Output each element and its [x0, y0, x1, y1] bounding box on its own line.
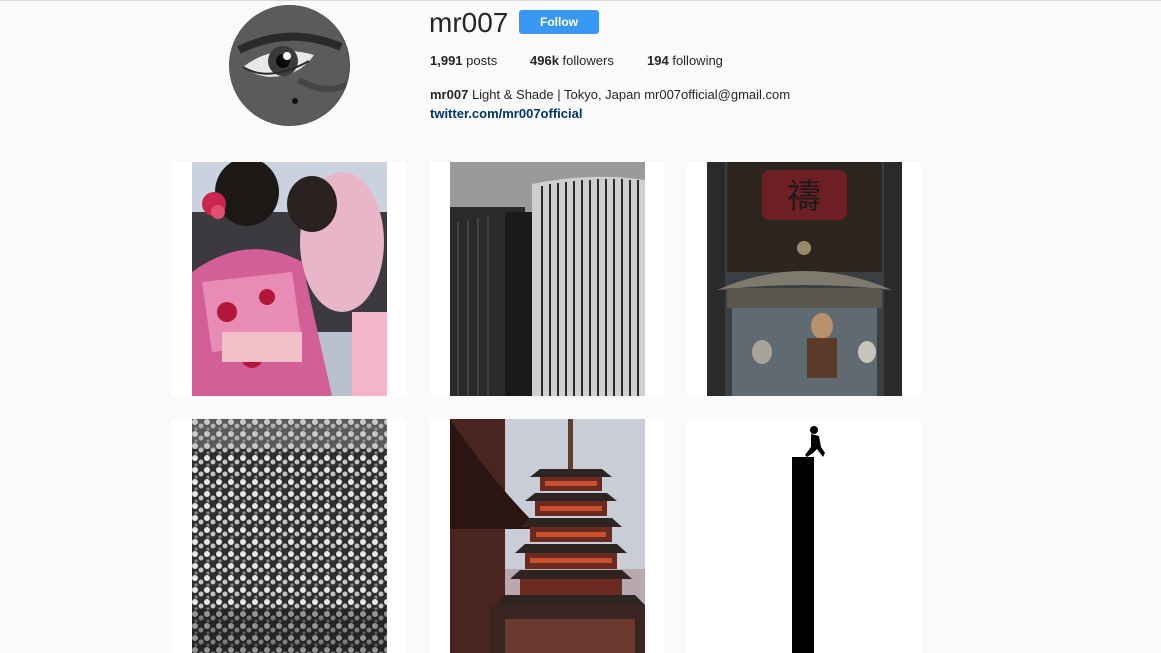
pagoda-photo-icon	[450, 419, 645, 653]
followers-count-stat[interactable]: 496k followers	[530, 53, 614, 69]
kimono-photo-icon	[192, 162, 387, 396]
posts-count: 1,991	[430, 53, 463, 68]
profile-bio: mr007 Light & Shade | Tokyo, Japan mr007…	[430, 87, 790, 103]
post-thumbnail-6[interactable]	[687, 419, 921, 653]
followers-count: 496k	[530, 53, 559, 68]
post-thumbnail-5[interactable]	[430, 419, 664, 653]
temple-photo-icon: 禱	[707, 162, 902, 396]
pillar-photo-icon	[707, 419, 902, 653]
posts-count-stat: 1,991 posts	[430, 53, 497, 69]
profile-username: mr007	[429, 7, 509, 38]
bio-text: Light & Shade | Tokyo, Japan mr007offici…	[471, 87, 791, 102]
profile-avatar[interactable]	[229, 5, 350, 126]
post-thumbnail-2[interactable]	[430, 162, 664, 396]
bio-name: mr007	[430, 87, 469, 102]
posts-label: posts	[466, 53, 498, 68]
eye-icon	[229, 5, 349, 125]
skyscraper-photo-icon	[450, 162, 645, 396]
following-count-stat[interactable]: 194 following	[647, 53, 723, 69]
following-label: following	[672, 53, 723, 68]
post-thumbnail-4[interactable]	[172, 419, 406, 653]
followers-label: followers	[562, 53, 614, 68]
post-thumbnail-1[interactable]	[172, 162, 406, 396]
follow-button[interactable]: Follow	[519, 10, 599, 34]
post-thumbnail-3[interactable]: 禱	[687, 162, 921, 396]
svg-text:禱: 禱	[787, 177, 821, 217]
tree-photo-icon	[192, 419, 387, 653]
following-count: 194	[647, 53, 669, 68]
bio-external-link[interactable]: twitter.com/mr007official	[430, 106, 582, 122]
